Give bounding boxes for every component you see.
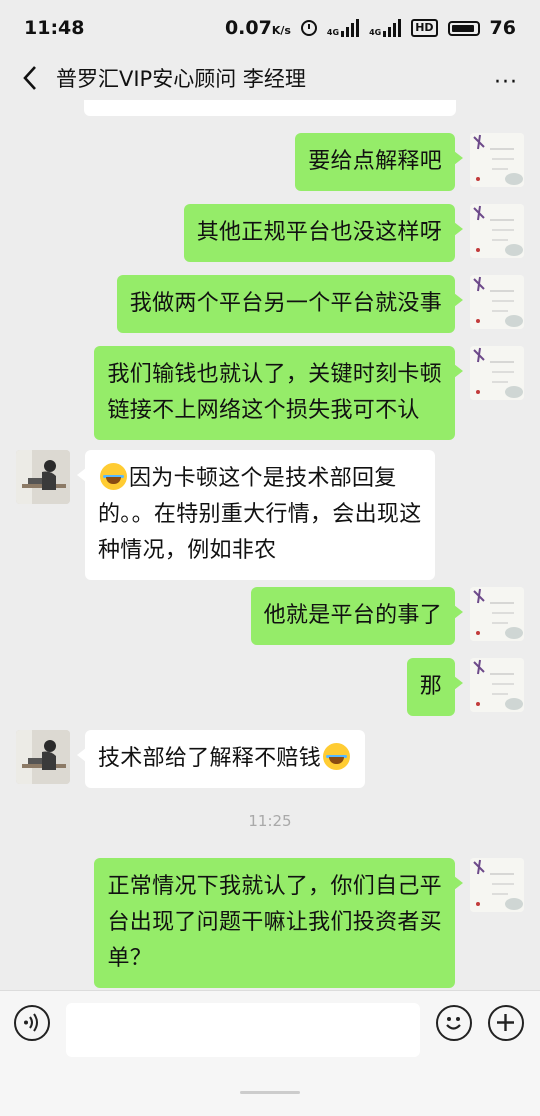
signal-icon-2: 4G [369, 19, 402, 37]
back-icon[interactable] [10, 56, 50, 100]
emoji-icon[interactable] [436, 1005, 472, 1041]
message-line: 链接不上网络这个损失我可不认 [107, 398, 420, 423]
my-message-bubble[interactable]: 正常情况下我就认了，你们自己平 台出现了问题干嘛让我们投资者买 单？ [94, 858, 463, 988]
my-message-bubble[interactable]: 我做两个平台另一个平台就没事 [116, 275, 464, 333]
home-indicator [240, 1091, 300, 1094]
battery-level: 76 [489, 17, 516, 39]
network-speed: 0.07K/s [224, 17, 291, 39]
message-line: 单？ [107, 946, 153, 971]
chat-title: 普罗汇VIP安心顾问 李经理 [56, 67, 306, 91]
status-bar: 11:48 0.07K/s 4G 4G HD 76 [0, 0, 540, 56]
contact-message-bubble[interactable]: 因为卡顿这个是技术部回复 的。。在特别重大行情，会出现这 种情况，例如非农 [77, 450, 435, 580]
laugh-cry-emoji [323, 743, 351, 770]
plus-icon[interactable] [488, 1005, 524, 1041]
my-avatar[interactable] [470, 133, 524, 187]
hd-icon: HD [411, 19, 438, 37]
my-message-bubble[interactable]: 我们输钱也就认了，关键时刻卡顿 链接不上网络这个损失我可不认 [94, 346, 463, 440]
message-list[interactable]: 要给点解释吧 其他正规平台也没这样呀 我做两个平台另一个平台就没事 我们输钱也就… [0, 100, 540, 990]
battery-icon [447, 20, 480, 36]
previous-message-fragment [84, 100, 456, 116]
message-line: 的。。在特别重大行情，会出现这 [98, 502, 422, 527]
my-avatar[interactable] [470, 204, 524, 258]
my-avatar[interactable] [470, 346, 524, 400]
message-line: 我们输钱也就认了，关键时刻卡顿 [107, 362, 442, 387]
signal-icon-1: 4G [327, 19, 360, 37]
more-icon[interactable]: ··· [494, 70, 518, 95]
input-bar [0, 990, 540, 1116]
message-line: 种情况，例如非农 [98, 538, 277, 563]
my-message-bubble[interactable]: 他就是平台的事了 [250, 587, 464, 645]
my-avatar[interactable] [470, 587, 524, 641]
voice-icon[interactable] [14, 1005, 50, 1041]
my-avatar[interactable] [470, 275, 524, 329]
status-indicators: 0.07K/s 4G 4G HD 76 [225, 17, 516, 39]
my-message-bubble[interactable]: 要给点解释吧 [295, 133, 463, 191]
status-time: 11:48 [24, 17, 85, 39]
my-avatar[interactable] [470, 658, 524, 712]
contact-avatar[interactable] [16, 730, 70, 784]
contact-message-bubble[interactable]: 技术部给了解释不赔钱 [76, 730, 366, 788]
message-line: 台出现了问题干嘛让我们投资者买 [107, 910, 442, 935]
contact-avatar[interactable] [16, 450, 70, 504]
message-input[interactable] [66, 1003, 420, 1057]
laugh-cry-emoji [100, 463, 127, 490]
my-avatar[interactable] [470, 858, 524, 912]
message-timestamp: 11:25 [248, 812, 292, 830]
chat-header: 普罗汇VIP安心顾问 李经理 ··· [0, 56, 540, 100]
my-message-bubble[interactable]: 其他正规平台也没这样呀 [183, 204, 464, 262]
message-line: 因为卡顿这个是技术部回复 [98, 461, 422, 497]
message-line: 正常情况下我就认了，你们自己平 [107, 874, 442, 899]
my-message-bubble[interactable]: 那 [406, 658, 464, 716]
alarm-clock-icon [300, 20, 317, 36]
